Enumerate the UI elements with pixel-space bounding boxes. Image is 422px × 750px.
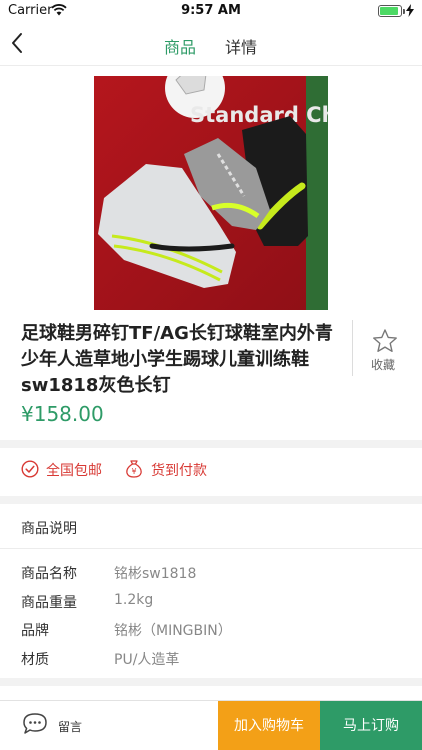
message-label[interactable]: 留言	[58, 718, 82, 735]
spec-key: 商品名称	[21, 566, 77, 582]
section-gap	[0, 678, 422, 686]
spec-value: 铭彬（MINGBIN）	[114, 623, 232, 639]
star-icon[interactable]	[372, 328, 398, 354]
charging-icon	[406, 4, 414, 17]
money-bag-icon: ¥	[126, 460, 142, 478]
spec-value: 1.2kg	[114, 592, 154, 608]
spec-value: 铭彬sw1818	[114, 566, 197, 582]
price: ¥158.00	[21, 402, 104, 426]
bottom-action-bar: 留言 加入购物车 马上订购	[0, 700, 422, 750]
product-title: 足球鞋男碎钉TF/AG长钉球鞋室内外青少年人造草地小学生踢球儿童训练鞋 sw18…	[21, 323, 333, 396]
product-photo: Standard Chartered	[94, 76, 328, 310]
spec-value: PU/人造革	[114, 652, 180, 668]
divider	[352, 320, 353, 376]
battery-icon	[378, 5, 405, 17]
clock: 9:57 AM	[181, 3, 241, 18]
buy-now-button[interactable]: 马上订购	[320, 701, 422, 750]
spec-row: 材质 PU/人造革	[21, 649, 401, 673]
nav-bar: 商品 详情	[0, 22, 422, 66]
tab-detail[interactable]: 详情	[225, 34, 257, 58]
free-shipping-label: 全国包邮	[46, 463, 102, 479]
spec-row: 商品名称 铭彬sw1818	[21, 563, 401, 587]
spec-row: 品牌 铭彬（MINGBIN）	[21, 620, 401, 644]
add-to-cart-button[interactable]: 加入购物车	[218, 701, 320, 750]
favorite-label[interactable]: 收藏	[371, 356, 395, 373]
message-icon[interactable]	[22, 712, 48, 736]
cash-on-delivery-label: 货到付款	[151, 463, 207, 479]
product-image[interactable]: Standard Chartered	[94, 76, 328, 310]
spec-key: 材质	[21, 652, 49, 668]
divider	[0, 548, 422, 549]
status-bar: Carrier 9:57 AM	[0, 0, 422, 22]
jersey-sponsor-text: Standard Chartered	[190, 103, 328, 127]
tab-product[interactable]: 商品	[164, 34, 196, 58]
back-icon[interactable]	[6, 28, 30, 58]
check-circle-icon	[21, 460, 39, 478]
description-heading: 商品说明	[21, 521, 77, 537]
section-gap	[0, 496, 422, 504]
svg-text:¥: ¥	[131, 467, 136, 476]
spec-key: 品牌	[21, 623, 49, 639]
spec-row: 商品重量 1.2kg	[21, 592, 401, 616]
section-gap	[0, 440, 422, 448]
spec-key: 商品重量	[21, 595, 77, 611]
